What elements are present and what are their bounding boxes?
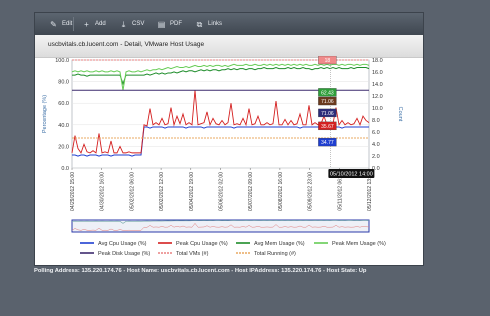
y-right-tick-label: 12.0 — [372, 94, 383, 100]
download-icon: ⤓ — [121, 19, 126, 29]
y-right-tick-label: 6.0 — [372, 130, 380, 136]
y-right-tick-label: 10.0 — [372, 106, 383, 112]
legend-item-label: Avg Mem Usage (%) — [254, 241, 305, 247]
x-tick-label: 05/02/2012 06:00 — [129, 172, 135, 211]
x-tick-label: 05/09/2012 23:00 — [308, 172, 314, 211]
value-label-text: 71.06 — [321, 99, 334, 105]
plus-icon: + — [84, 19, 89, 29]
value-label: 18 — [318, 56, 337, 65]
x-tick-label: 05/02/2012 12:00 — [159, 172, 165, 211]
x-tick-label: 05/04/2012 19:00 — [189, 172, 195, 211]
document-icon: ▤ — [157, 19, 166, 29]
legend-item-label: Total Running (#) — [254, 251, 296, 257]
value-label: 71.06 — [318, 108, 337, 118]
value-label-text: 18 — [325, 58, 331, 64]
y-left-axis-label: Percentage (%) — [42, 95, 48, 133]
y-right-tick-label: 14.0 — [372, 82, 383, 88]
usage-chart: 0.020.040.060.080.0100.00.02.04.06.08.01… — [42, 56, 403, 257]
legend-item-label: Avg Cpu Usage (%) — [98, 241, 147, 247]
csv-label: CSV — [132, 21, 145, 27]
y-left-tick-label: 80.0 — [58, 80, 69, 86]
legend-item-label: Total VMs (#) — [176, 251, 209, 257]
y-right-tick-label: 8.0 — [372, 118, 380, 124]
pencil-icon: ✎ — [50, 19, 57, 29]
y-left-tick-label: 20.0 — [58, 144, 69, 150]
value-label: 62.43 — [318, 88, 337, 97]
link-icon: ⧉ — [196, 19, 203, 29]
panel-titlebar: uscbvitals.cb.lucent.com - Detail, VMwar… — [35, 35, 423, 58]
edit-button[interactable]: ✎ Edit — [49, 18, 72, 30]
links-label: Links — [208, 21, 223, 27]
pdf-label: PDF — [170, 21, 182, 27]
add-button[interactable]: + Add — [82, 18, 106, 30]
x-tick-label: 04/29/2012 15:00 — [70, 172, 76, 211]
y-left-tick-label: 100.0 — [55, 58, 69, 64]
value-label-text: 62.43 — [321, 90, 334, 96]
y-right-axis-label: Count — [397, 107, 403, 122]
legend-item-label: Peak Cpu Usage (%) — [176, 241, 228, 247]
x-tick-label: 05/07/2012 09:00 — [248, 172, 254, 211]
legend-item-label: Peak Disk Usage (%) — [98, 251, 150, 257]
status-line: Polling Address: 135.220.174.76 - Host N… — [34, 268, 367, 274]
toolbar-divider — [73, 17, 74, 31]
y-right-tick-label: 4.0 — [372, 142, 380, 148]
links-button[interactable]: ⧉ Links — [195, 18, 222, 30]
value-label: 71.06 — [318, 96, 337, 106]
value-label: 34.77 — [318, 137, 337, 147]
value-label-text: 35.67 — [321, 124, 334, 130]
y-right-tick-label: 16.0 — [372, 70, 383, 76]
x-tick-label: 05/08/2012 16:00 — [278, 172, 284, 211]
add-label: Add — [95, 21, 106, 27]
y-right-tick-label: 18.0 — [372, 58, 383, 64]
y-left-tick-label: 40.0 — [58, 123, 69, 129]
y-left-tick-label: 0.0 — [61, 166, 69, 172]
value-label-text: 71.06 — [321, 111, 334, 117]
y-right-tick-label: 2.0 — [372, 154, 380, 160]
edit-label: Edit — [62, 21, 73, 27]
panel-title: uscbvitals.cb.lucent.com - Detail, VMwar… — [48, 41, 205, 48]
csv-button[interactable]: ⤓ CSV — [119, 18, 145, 30]
legend-item-label: Peak Mem Usage (%) — [332, 241, 386, 247]
x-tick-label: 05/06/2012 02:00 — [219, 172, 225, 211]
pdf-button[interactable]: ▤ PDF — [157, 18, 182, 30]
time-tooltip: 05/10/2012 14:00 — [328, 169, 375, 178]
value-label-text: 34.77 — [321, 140, 334, 146]
time-tooltip-text: 05/10/2012 14:00 — [330, 172, 373, 178]
y-left-tick-label: 60.0 — [58, 101, 69, 107]
toolbar: ✎ Edit + Add ⤓ CSV ▤ PDF ⧉ Links — [35, 13, 423, 35]
value-label: 35.67 — [318, 121, 337, 131]
x-tick-label: 04/30/2012 16:00 — [100, 172, 106, 211]
